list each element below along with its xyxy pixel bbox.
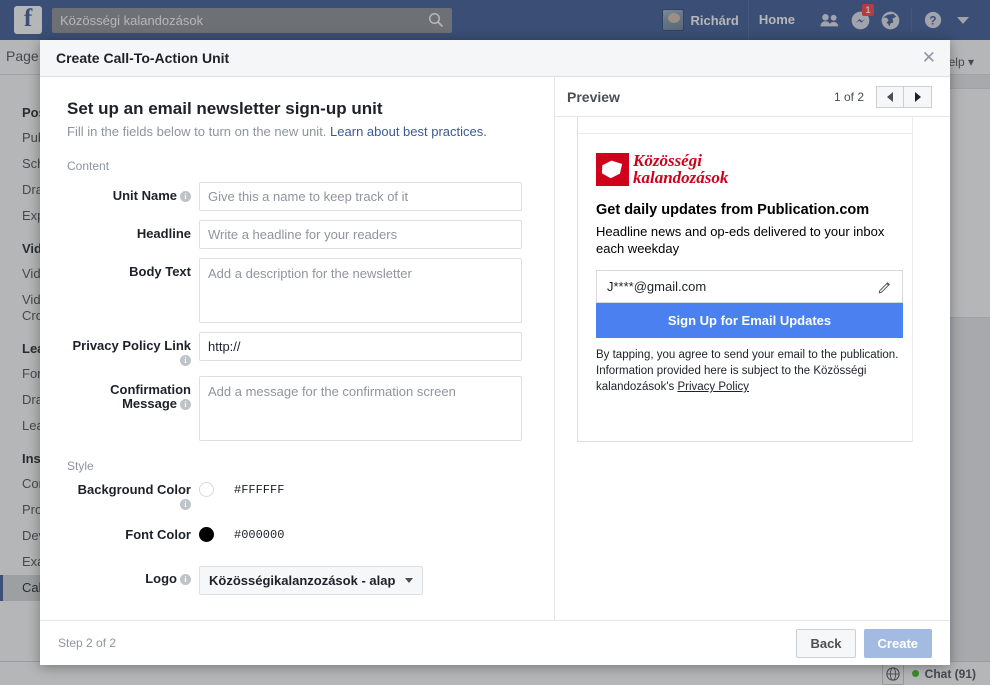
- unit-name-input[interactable]: [199, 182, 522, 211]
- preview-counter: 1 of 2: [833, 89, 864, 104]
- info-icon[interactable]: i: [180, 499, 191, 510]
- preview-email-field[interactable]: J****@gmail.com: [596, 270, 903, 303]
- info-icon[interactable]: i: [180, 191, 191, 202]
- back-button[interactable]: Back: [796, 628, 856, 658]
- font-color-hex: #000000: [234, 527, 285, 542]
- background-color-swatch[interactable]: [199, 482, 214, 497]
- info-icon[interactable]: i: [180, 399, 191, 410]
- logo-select-value: Közösségikalanzozások - alap: [209, 573, 396, 588]
- unit-name-label: Unit Name i: [67, 182, 199, 203]
- chevron-right-icon: [914, 91, 921, 102]
- info-icon[interactable]: i: [180, 355, 191, 366]
- field-row-unit-name: Unit Name i: [67, 182, 554, 211]
- preview-privacy-policy-link[interactable]: Privacy Policy: [677, 381, 749, 393]
- preview-header: Preview 1 of 2: [555, 77, 950, 117]
- preview-signup-button[interactable]: Sign Up for Email Updates: [596, 303, 903, 338]
- preview-title: Preview: [567, 88, 620, 105]
- form-subtitle: Fill in the fields below to turn on the …: [67, 124, 554, 139]
- preview-legal-text: By tapping, you agree to send your email…: [596, 347, 903, 395]
- preview-email-value: J****@gmail.com: [607, 279, 707, 294]
- modal-footer: Step 2 of 2 Back Create: [40, 620, 950, 665]
- info-icon[interactable]: i: [180, 574, 191, 585]
- field-row-confirmation-message: Confirmation Message i: [67, 376, 554, 441]
- best-practices-link[interactable]: Learn about best practices.: [330, 124, 487, 139]
- create-button[interactable]: Create: [863, 628, 932, 658]
- font-color-label: Font Color: [125, 527, 191, 542]
- background-color-label: Background Colori: [77, 482, 191, 510]
- pencil-edit-icon[interactable]: [878, 280, 892, 294]
- form-subtitle-text: Fill in the fields below to turn on the …: [67, 124, 331, 139]
- headline-input[interactable]: [199, 220, 522, 249]
- field-row-font-color: Font Color #000000: [67, 527, 554, 542]
- modal-header: Create Call-To-Action Unit ✕: [40, 40, 950, 77]
- field-row-privacy-policy-link: Privacy Policy Linki: [67, 332, 554, 367]
- preview-next-button[interactable]: [904, 85, 932, 108]
- brand-line-2: kalandozások: [633, 168, 729, 187]
- field-row-body-text: Body Text: [67, 258, 554, 323]
- style-section-label: Style: [67, 459, 94, 473]
- body-text-label: Body Text: [129, 264, 191, 279]
- brand-line-1: Közösségi: [633, 151, 702, 170]
- modal-title: Create Call-To-Action Unit: [56, 50, 230, 66]
- brand-mark-icon: [596, 152, 629, 186]
- preview-logo: Közösségi kalandozások: [596, 152, 903, 186]
- privacy-policy-link-label: Privacy Policy Linki: [72, 338, 191, 366]
- form-panel: Set up an email newsletter sign-up unit …: [40, 77, 555, 620]
- privacy-policy-link-input[interactable]: [199, 332, 522, 361]
- body-text-input[interactable]: [199, 258, 522, 323]
- font-color-control: #000000: [199, 527, 284, 542]
- headline-label: Headline: [136, 226, 191, 241]
- field-row-logo: Logo i Közösségikalanzozások - alap: [67, 566, 554, 595]
- preview-panel: Preview 1 of 2 Közösségi kalandozások Ge…: [555, 77, 950, 620]
- logo-select[interactable]: Közösségikalanzozások - alap: [199, 566, 424, 595]
- preview-content: Közösségi kalandozások Get daily updates…: [578, 134, 921, 395]
- footer-buttons: Back Create: [796, 628, 932, 658]
- chevron-down-icon: [405, 578, 414, 583]
- field-row-background-color: Background Colori #FFFFFF: [67, 482, 554, 511]
- preview-pager: [876, 85, 932, 108]
- preview-headline: Get daily updates from Publication.com: [596, 202, 870, 218]
- preview-stage: Közösségi kalandozások Get daily updates…: [555, 117, 950, 620]
- close-icon[interactable]: ✕: [922, 49, 936, 66]
- create-cta-modal: Create Call-To-Action Unit ✕ Set up an e…: [40, 40, 950, 665]
- chevron-left-icon: [887, 91, 893, 102]
- confirmation-message-input[interactable]: [199, 376, 522, 441]
- background-color-control: #FFFFFF: [199, 482, 284, 497]
- content-section-label: Content: [67, 159, 110, 173]
- preview-scrollbar[interactable]: [912, 117, 922, 442]
- preview-prev-button[interactable]: [876, 85, 904, 108]
- form-heading: Set up an email newsletter sign-up unit: [67, 99, 383, 118]
- confirmation-message-label: Confirmation Message i: [110, 382, 191, 411]
- field-row-headline: Headline: [67, 220, 554, 249]
- step-indicator: Step 2 of 2: [58, 636, 117, 650]
- font-color-swatch[interactable]: [199, 527, 214, 542]
- background-color-hex: #FFFFFF: [234, 482, 285, 497]
- preview-device-topbar: [578, 117, 921, 134]
- logo-label: Logo i: [67, 566, 199, 586]
- brand-wordmark: Közösségi kalandozások: [633, 152, 728, 186]
- preview-device-frame: Közösségi kalandozások Get daily updates…: [577, 117, 922, 442]
- modal-body: Set up an email newsletter sign-up unit …: [40, 77, 950, 620]
- preview-body: Headline news and op-eds delivered to yo…: [596, 224, 885, 256]
